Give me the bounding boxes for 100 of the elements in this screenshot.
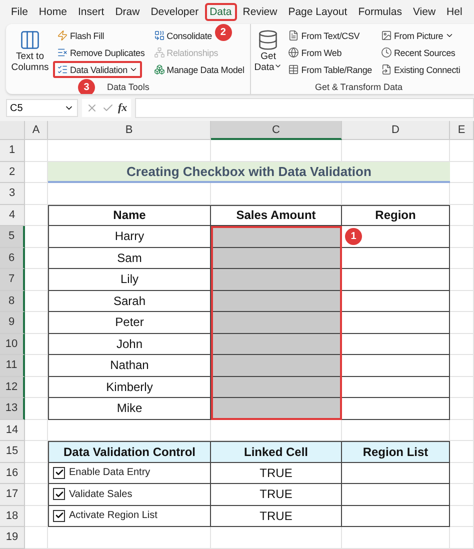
row-header[interactable]: 3 bbox=[0, 183, 25, 204]
table-cell: TRUE bbox=[211, 484, 342, 506]
empty-cell bbox=[450, 183, 474, 204]
table-header: Region bbox=[342, 204, 450, 226]
table-icon bbox=[288, 64, 300, 75]
ribbon-button[interactable]: Existing Connecti bbox=[376, 61, 464, 78]
row-header[interactable]: 19 bbox=[0, 527, 25, 548]
ribbon-button[interactable]: From Table/Range bbox=[284, 61, 376, 78]
empty-cell bbox=[450, 140, 474, 162]
row-header[interactable]: 12 bbox=[0, 376, 25, 398]
checkbox[interactable] bbox=[53, 488, 65, 500]
table-header: Linked Cell bbox=[211, 441, 342, 462]
checkbox[interactable] bbox=[53, 510, 65, 522]
cancel-icon[interactable] bbox=[86, 102, 98, 114]
row-header[interactable]: 17 bbox=[0, 484, 25, 506]
column-header[interactable]: B bbox=[48, 121, 211, 140]
table-header: Data Validation Control bbox=[48, 441, 211, 462]
clock-icon bbox=[380, 47, 392, 58]
ribbon-button[interactable]: Manage Data Model bbox=[150, 61, 248, 78]
ribbon-button[interactable]: From Web bbox=[284, 44, 346, 61]
column-header[interactable]: A bbox=[25, 121, 48, 140]
column-header[interactable]: D bbox=[342, 121, 450, 140]
callout-badge: 3 bbox=[78, 79, 95, 94]
ribbon-tab[interactable]: Page Layout bbox=[283, 3, 352, 21]
insert-function-button[interactable]: fx bbox=[118, 102, 128, 114]
caret-icon bbox=[129, 65, 138, 74]
ribbon-button[interactable]: From Text/CSV bbox=[284, 27, 364, 44]
group-label: Data Tools bbox=[106, 82, 150, 94]
table-cell: Nathan bbox=[48, 355, 211, 376]
table-cell: John bbox=[48, 334, 211, 355]
ribbon-tab[interactable]: View bbox=[408, 3, 441, 21]
ribbon-tab[interactable]: Review bbox=[238, 3, 282, 21]
empty-cell bbox=[450, 420, 474, 441]
list-check-icon bbox=[57, 64, 68, 75]
column-header[interactable]: C bbox=[211, 121, 342, 140]
globe-icon bbox=[288, 47, 300, 58]
network-icon bbox=[154, 47, 165, 58]
table-cell: Lily bbox=[48, 269, 211, 290]
checkbox[interactable] bbox=[53, 466, 65, 479]
checkbox-label: Enable Data Entry bbox=[69, 467, 150, 478]
ribbon-button[interactable]: Recent Sources bbox=[376, 44, 460, 61]
ribbon-tab[interactable]: Draw bbox=[110, 3, 145, 21]
ribbon-tab[interactable]: Home bbox=[34, 3, 72, 21]
check-icon[interactable] bbox=[102, 102, 114, 114]
ribbon-tab[interactable]: Insert bbox=[72, 3, 110, 21]
ribbon-tab[interactable]: Formulas bbox=[353, 3, 407, 21]
table-header: Region List bbox=[342, 441, 450, 462]
row-header[interactable]: 15 bbox=[0, 441, 25, 462]
ribbon-tab[interactable]: File bbox=[6, 3, 33, 21]
caret-icon bbox=[445, 31, 454, 40]
ribbon-button[interactable]: Consolidate bbox=[150, 27, 216, 44]
ribbon-button[interactable]: From Picture bbox=[376, 27, 458, 44]
ribbon-tab[interactable]: Developer bbox=[146, 3, 204, 21]
select-all-corner[interactable] bbox=[0, 121, 25, 140]
image-icon bbox=[380, 30, 392, 41]
cell-reference: C5 bbox=[10, 102, 23, 114]
group-label: Get & Transform Data bbox=[314, 82, 402, 94]
row-header[interactable]: 4 bbox=[0, 204, 25, 226]
boxes-icon bbox=[154, 64, 165, 75]
row-header[interactable]: 10 bbox=[0, 334, 25, 355]
empty-cell bbox=[450, 527, 474, 548]
row-header[interactable]: 7 bbox=[0, 269, 25, 290]
columns-icon bbox=[19, 29, 41, 51]
ribbon-tab[interactable]: Data bbox=[204, 3, 237, 21]
row-header[interactable]: 2 bbox=[0, 162, 25, 183]
row-header[interactable]: 1 bbox=[0, 140, 25, 162]
database-icon bbox=[257, 29, 280, 51]
ribbon-button[interactable]: Get Data bbox=[253, 27, 284, 82]
table-header: Sales Amount bbox=[211, 204, 342, 226]
sheet-title: Creating Checkbox with Data Validation bbox=[48, 162, 450, 183]
document-icon bbox=[288, 30, 300, 41]
name-box[interactable]: C5 bbox=[6, 99, 78, 117]
row-header[interactable]: 16 bbox=[0, 462, 25, 484]
document-link-icon bbox=[380, 64, 392, 75]
row-header[interactable]: 9 bbox=[0, 312, 25, 334]
lightning-icon bbox=[57, 30, 68, 41]
table-cell: Peter bbox=[48, 312, 211, 334]
table-cell: Harry bbox=[48, 226, 211, 248]
merge-icon bbox=[154, 30, 165, 41]
list-x-icon bbox=[57, 47, 68, 58]
row-header[interactable]: 14 bbox=[0, 420, 25, 441]
row-header[interactable]: 18 bbox=[0, 506, 25, 527]
table-cell: TRUE bbox=[211, 462, 342, 484]
ribbon-tab[interactable]: Hel bbox=[442, 3, 468, 21]
checkbox-label: Validate Sales bbox=[69, 488, 132, 500]
table-cell: Sam bbox=[48, 248, 211, 269]
table-cell: Mike bbox=[48, 398, 211, 420]
ribbon-button[interactable]: Flash Fill bbox=[53, 27, 108, 44]
ribbon-button[interactable]: Remove Duplicates bbox=[53, 44, 149, 61]
table-cell: Sarah bbox=[48, 290, 211, 312]
row-header[interactable]: 11 bbox=[0, 355, 25, 376]
row-header[interactable]: 5 bbox=[0, 226, 25, 248]
column-header[interactable]: E bbox=[450, 121, 474, 140]
ribbon-button[interactable]: Text to Columns bbox=[8, 27, 52, 82]
ribbon-button[interactable]: Data Validation bbox=[53, 61, 142, 78]
formula-field[interactable] bbox=[135, 98, 474, 118]
checkbox-label: Activate Region List bbox=[69, 510, 158, 522]
row-header[interactable]: 8 bbox=[0, 290, 25, 312]
row-header[interactable]: 13 bbox=[0, 398, 25, 420]
row-header[interactable]: 6 bbox=[0, 248, 25, 269]
